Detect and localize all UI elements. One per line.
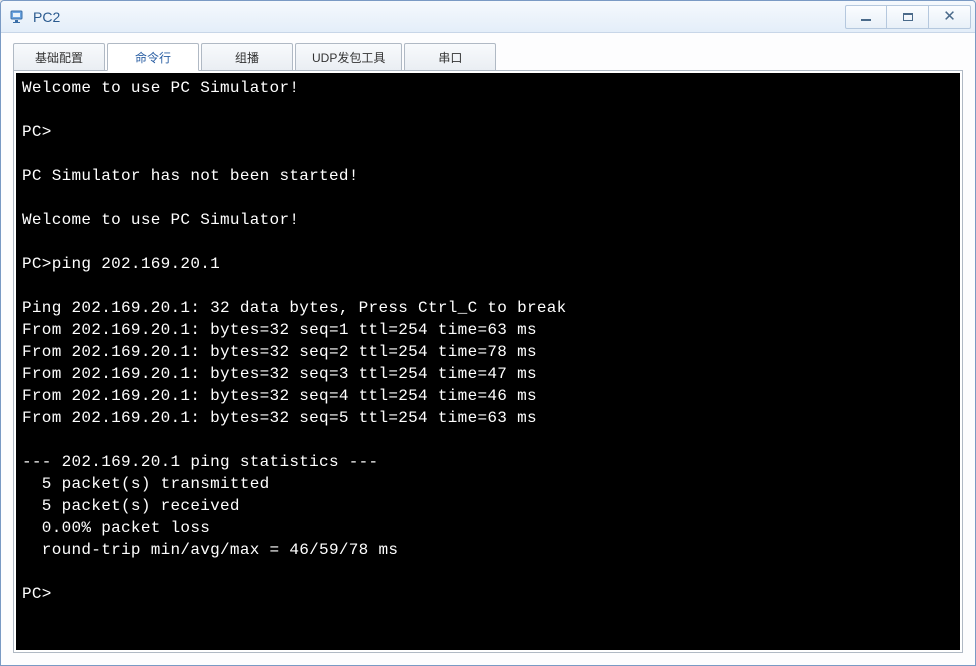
maximize-button[interactable]	[887, 5, 929, 29]
close-icon: ✕	[943, 9, 956, 24]
tab-label: 串口	[438, 49, 462, 66]
minimize-icon	[861, 19, 871, 21]
tab-label: UDP发包工具	[312, 49, 385, 66]
titlebar[interactable]: PC2 ✕	[1, 1, 975, 33]
tab-command-line[interactable]: 命令行	[107, 43, 199, 71]
window-title: PC2	[33, 9, 845, 25]
app-window: PC2 ✕ 基础配置 命令行 组播 UDP发包工具	[0, 0, 976, 666]
tab-basic-config[interactable]: 基础配置	[13, 43, 105, 71]
close-button[interactable]: ✕	[929, 5, 971, 29]
app-icon	[9, 8, 27, 26]
tab-label: 命令行	[135, 49, 171, 66]
terminal-panel: Welcome to use PC Simulator! PC> PC Simu…	[13, 70, 963, 653]
window-controls: ✕	[845, 5, 971, 29]
tab-label: 组播	[235, 49, 259, 66]
minimize-button[interactable]	[845, 5, 887, 29]
content-area: 基础配置 命令行 组播 UDP发包工具 串口 Welcome to use PC…	[1, 33, 975, 665]
tab-multicast[interactable]: 组播	[201, 43, 293, 71]
maximize-icon	[903, 13, 913, 21]
tab-serial[interactable]: 串口	[404, 43, 496, 71]
tab-bar: 基础配置 命令行 组播 UDP发包工具 串口	[13, 43, 963, 71]
terminal[interactable]: Welcome to use PC Simulator! PC> PC Simu…	[16, 73, 960, 650]
tab-udp-tool[interactable]: UDP发包工具	[295, 43, 402, 71]
tab-label: 基础配置	[35, 49, 83, 66]
